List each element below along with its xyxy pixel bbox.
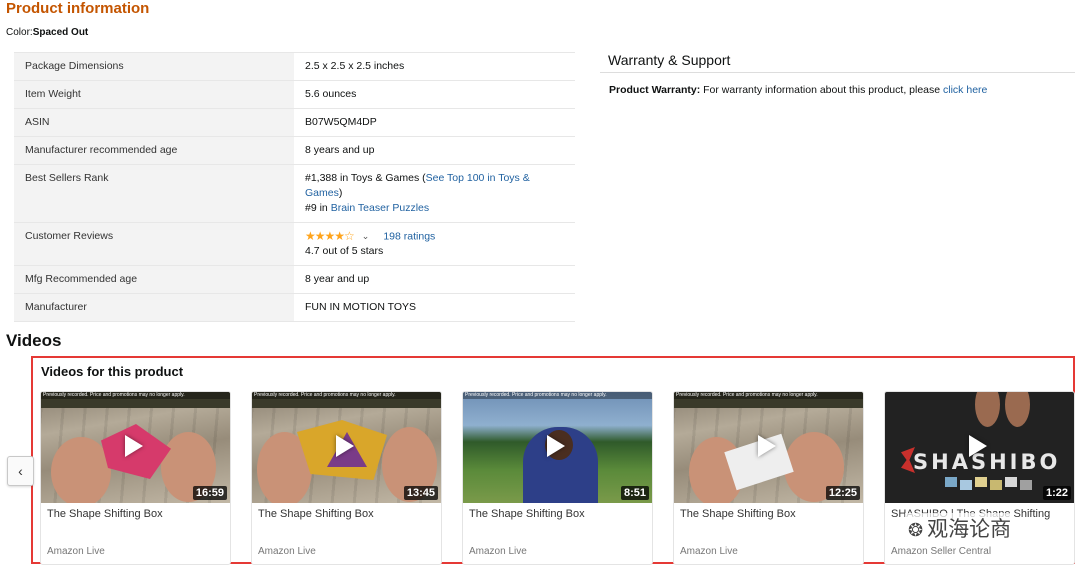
table-row: Manufacturer FUN IN MOTION TOYS [14,293,575,323]
video-duration: 12:25 [825,486,860,500]
color-label: Color: [6,27,33,38]
video-title[interactable]: The Shape Shifting Box [258,508,374,520]
recorded-banner: Previously recorded. Price and promotion… [41,392,230,399]
rank-close: ) [338,187,343,199]
table-row: Manufacturer recommended age 8 years and… [14,136,575,165]
video-duration: 1:22 [1042,486,1071,500]
video-title[interactable]: The Shape Shifting Box [469,508,585,520]
divider [600,72,1075,73]
row-label: Manufacturer recommended age [14,136,294,165]
customer-reviews-value: ★★★★☆ ⌄ 198 ratings 4.7 out of 5 stars [294,221,575,266]
play-icon[interactable] [124,434,143,457]
video-source: Amazon Live [47,546,105,557]
warranty-click-here-link[interactable]: click here [943,84,987,96]
best-sellers-rank-value: #1,388 in Toys & Games (See Top 100 in T… [294,164,575,223]
table-row: Best Sellers Rank #1,388 in Toys & Games… [14,164,575,223]
video-duration: 8:51 [620,486,649,500]
video-card[interactable]: Previously recorded. Price and promotion… [40,391,231,565]
star-rating-icon[interactable]: ★★★★☆ [305,229,355,244]
videos-for-this-product-title: Videos for this product [41,364,184,379]
video-source: Amazon Live [680,546,738,557]
video-title[interactable]: The Shape Shifting Box [47,508,163,520]
warranty-label: Product Warranty: [609,84,701,96]
video-card[interactable]: Previously recorded. Price and promotion… [251,391,442,565]
play-icon[interactable] [546,434,565,457]
rating-text: 4.7 out of 5 stars [305,245,384,258]
table-row: Customer Reviews ★★★★☆ ⌄ 198 ratings 4.7 o… [14,221,575,266]
video-card[interactable]: Previously recorded. Price and promotion… [673,391,864,565]
video-title[interactable]: The Shape Shifting Box [680,508,796,520]
recorded-banner: Previously recorded. Price and promotion… [674,392,863,399]
wechat-icon: ❂ [908,520,924,541]
watermark-text: 观海论商 [927,517,1012,541]
rank-text: #9 in [305,202,331,214]
video-duration: 13:45 [403,486,438,500]
chevron-left-icon: ‹ [18,463,23,479]
row-value: FUN IN MOTION TOYS [294,293,575,323]
video-card[interactable]: Previously recorded. Price and promotion… [462,391,653,565]
color-value: Spaced Out [32,27,89,38]
row-value: 2.5 x 2.5 x 2.5 inches [294,52,575,81]
video-duration: 16:59 [192,486,227,500]
warranty-support-title: Warranty & Support [608,52,731,68]
warranty-description: For warranty information about this prod… [700,84,944,96]
video-source: Amazon Seller Central [891,546,992,557]
recorded-banner: Previously recorded. Price and promotion… [252,392,441,399]
table-row: ASIN B07W5QM4DP [14,108,575,137]
video-thumbnail[interactable]: Previously recorded. Price and promotion… [463,392,652,503]
play-icon[interactable] [335,434,354,457]
video-source: Amazon Live [469,546,527,557]
ratings-link[interactable]: 198 ratings [383,230,435,242]
warranty-text: Product Warranty: For warranty informati… [609,84,987,96]
rank-text: #1,388 in Toys & Games ( [305,172,426,184]
row-label: Customer Reviews [14,221,294,266]
product-information-title: Product information [6,0,150,17]
video-thumbnail[interactable]: SHASHIBO 1:22 [885,392,1074,503]
carousel-prev-button[interactable]: ‹ [7,456,34,486]
video-source: Amazon Live [258,546,316,557]
color-line: Color:Spaced Out [6,27,88,38]
row-value: 8 year and up [294,265,575,294]
row-label: ASIN [14,108,294,137]
shashibo-logo: SHASHIBO [913,450,1061,474]
play-icon[interactable] [757,434,776,457]
row-label: Best Sellers Rank [14,164,294,223]
row-label: Package Dimensions [14,52,294,81]
row-label: Item Weight [14,80,294,109]
video-thumbnail[interactable]: Previously recorded. Price and promotion… [41,392,230,503]
chevron-down-icon[interactable]: ⌄ [362,229,370,244]
brain-teaser-puzzles-link[interactable]: Brain Teaser Puzzles [331,202,429,214]
recorded-banner: Previously recorded. Price and promotion… [463,392,652,399]
table-row: Package Dimensions 2.5 x 2.5 x 2.5 inche… [14,52,575,81]
row-value: 5.6 ounces [294,80,575,109]
video-thumbnail[interactable]: Previously recorded. Price and promotion… [674,392,863,503]
row-value: B07W5QM4DP [294,108,575,137]
row-label: Mfg Recommended age [14,265,294,294]
play-icon[interactable] [968,434,987,457]
table-row: Mfg Recommended age 8 year and up [14,265,575,294]
row-label: Manufacturer [14,293,294,323]
videos-heading: Videos [6,331,62,350]
product-details-table: Package Dimensions 2.5 x 2.5 x 2.5 inche… [14,52,575,323]
video-thumbnail[interactable]: Previously recorded. Price and promotion… [252,392,441,503]
row-value: 8 years and up [294,136,575,165]
watermark: ❂ 观海论商 [905,513,1015,543]
table-row: Item Weight 5.6 ounces [14,80,575,109]
